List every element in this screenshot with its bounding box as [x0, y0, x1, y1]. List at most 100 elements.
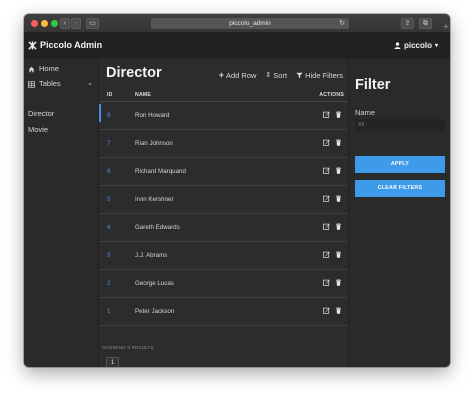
row-name: Peter Jackson [135, 308, 175, 315]
piccolo-logo-icon [28, 40, 37, 50]
edit-icon[interactable] [323, 139, 330, 146]
edit-icon[interactable] [323, 195, 330, 202]
column-header-name[interactable]: NAME [135, 92, 151, 98]
column-header-actions: ACTIONS [319, 92, 344, 98]
table-row[interactable]: 8 Ron Howard [99, 102, 348, 130]
table-toolbar: + Add Row ⇕ Sort Hide Filters [219, 70, 343, 80]
filter-title: Filter [355, 77, 391, 93]
browser-window: ‹ › ▭ piccolo_admin ↻ ⇪ ⧉ Piccolo Admin … [24, 14, 450, 367]
sort-label: Sort [273, 70, 288, 80]
user-icon [394, 42, 401, 49]
page-title: Director [106, 65, 162, 81]
row-name: Rian Johnson [135, 140, 173, 147]
edit-icon[interactable] [323, 167, 330, 174]
filter-panel: Filter Name APPLY CLEAR FILTERS [348, 59, 450, 367]
sidebar-item-label: Movie [28, 125, 49, 134]
table-row[interactable]: 7 Rian Johnson [99, 130, 348, 158]
row-id-link[interactable]: 6 [107, 168, 110, 175]
row-actions [323, 167, 342, 174]
sidebar-item-tables[interactable]: Tables ⌄ [24, 76, 99, 92]
table-row[interactable]: 3 J.J. Abrams [99, 242, 348, 270]
reload-icon[interactable]: ↻ [339, 18, 345, 29]
row-actions [323, 279, 342, 286]
trash-icon[interactable] [335, 223, 342, 230]
share-icon[interactable]: ⇪ [401, 18, 414, 29]
maximize-window-button[interactable] [51, 20, 58, 27]
row-actions [323, 111, 342, 118]
add-row-label: Add Row [225, 70, 257, 80]
row-name: Ron Howard [135, 112, 170, 119]
name-filter-input[interactable] [355, 119, 445, 131]
trash-icon[interactable] [335, 111, 342, 118]
row-actions [323, 307, 342, 314]
add-row-button[interactable]: + Add Row [219, 70, 257, 80]
trash-icon[interactable] [335, 139, 342, 146]
row-name: J.J. Abrams [135, 252, 168, 259]
home-icon [28, 66, 35, 72]
chevron-down-icon: ⌄ [87, 80, 93, 87]
table-icon [28, 80, 35, 88]
new-tab-icon[interactable]: + [440, 21, 452, 33]
trash-icon[interactable] [335, 167, 342, 174]
row-id-link[interactable]: 3 [107, 252, 110, 259]
filter-icon [296, 72, 303, 78]
edit-icon[interactable] [323, 111, 330, 118]
sort-icon: ⇕ [265, 72, 272, 79]
table-row[interactable]: 1 Peter Jackson [99, 298, 348, 326]
row-name: George Lucas [135, 280, 174, 287]
sort-button[interactable]: ⇕ Sort [265, 70, 287, 80]
hide-filters-label: Hide Filters [305, 70, 343, 80]
edit-icon[interactable] [323, 251, 330, 258]
apply-button[interactable]: APPLY [355, 156, 445, 173]
forward-button[interactable]: › [71, 18, 81, 29]
hide-filters-button[interactable]: Hide Filters [296, 70, 343, 80]
user-menu[interactable]: piccolo ▾ [394, 41, 438, 50]
trash-icon[interactable] [335, 279, 342, 286]
result-count: SHOWING 8 RESULTS [102, 345, 154, 350]
sidebar-item-home[interactable]: Home [24, 61, 99, 77]
table-row[interactable]: 2 George Lucas [99, 270, 348, 298]
close-window-button[interactable] [31, 20, 38, 27]
row-actions [323, 195, 342, 202]
address-bar[interactable]: piccolo_admin ↻ [151, 18, 349, 29]
sidebar-item-director[interactable]: Director [24, 106, 99, 122]
sidebar-item-label: Director [28, 109, 55, 118]
row-id-link[interactable]: 1 [107, 308, 110, 315]
row-actions [323, 139, 342, 146]
trash-icon[interactable] [335, 251, 342, 258]
main-content: Director + Add Row ⇕ Sort Hide Filters I… [99, 59, 348, 367]
brand[interactable]: Piccolo Admin [28, 40, 102, 50]
back-button[interactable]: ‹ [60, 18, 70, 29]
sidebar-item-label: Home [39, 64, 60, 73]
sidebar-item-movie[interactable]: Movie [24, 122, 99, 138]
sidebar: Home Tables ⌄ Director Movie [24, 59, 99, 367]
app-header: Piccolo Admin piccolo ▾ [24, 33, 450, 59]
minimize-window-button[interactable] [41, 20, 48, 27]
row-id-link[interactable]: 4 [107, 224, 110, 231]
edit-icon[interactable] [323, 307, 330, 314]
url-text: piccolo_admin [229, 20, 271, 27]
column-header-id[interactable]: ID [107, 92, 113, 98]
chevron-down-icon: ▾ [434, 43, 438, 49]
table-row[interactable]: 4 Gareth Edwards [99, 214, 348, 242]
plus-icon: + [218, 70, 224, 80]
row-name: Richard Marquand [135, 168, 186, 175]
trash-icon[interactable] [335, 307, 342, 314]
row-actions [323, 251, 342, 258]
edit-icon[interactable] [323, 223, 330, 230]
clear-filters-button[interactable]: CLEAR FILTERS [355, 180, 445, 197]
table-row[interactable]: 6 Richard Marquand [99, 158, 348, 186]
tabs-icon[interactable]: ⧉ [419, 18, 432, 29]
row-id-link[interactable]: 7 [107, 140, 110, 147]
sidebar-item-label: Tables [39, 79, 61, 88]
page-button[interactable]: 1 [106, 357, 119, 367]
name-filter-label: Name [355, 108, 376, 117]
edit-icon[interactable] [323, 279, 330, 286]
row-id-link[interactable]: 5 [107, 196, 110, 203]
row-name: Gareth Edwards [135, 224, 180, 231]
row-id-link[interactable]: 2 [107, 280, 110, 287]
sidebar-toggle-icon[interactable]: ▭ [86, 18, 99, 29]
trash-icon[interactable] [335, 195, 342, 202]
row-id-link[interactable]: 8 [107, 112, 110, 119]
table-row[interactable]: 5 Irvin Kershner [99, 186, 348, 214]
